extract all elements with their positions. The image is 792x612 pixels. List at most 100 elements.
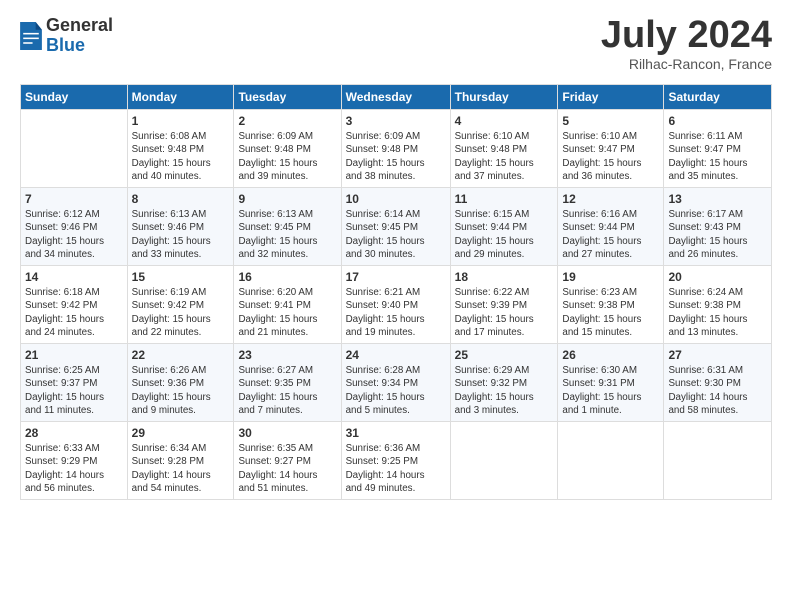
cell-info: Daylight: 15 hours — [346, 391, 446, 404]
calendar-cell — [21, 110, 128, 188]
calendar-cell: 31Sunrise: 6:36 AMSunset: 9:25 PMDayligh… — [341, 422, 450, 500]
cell-info: Sunrise: 6:21 AM — [346, 286, 446, 299]
cell-info: Daylight: 15 hours — [25, 313, 123, 326]
logo-general: General — [46, 16, 113, 36]
day-number: 13 — [668, 191, 767, 207]
day-number: 19 — [562, 269, 659, 285]
cell-info: Daylight: 15 hours — [455, 157, 554, 170]
cell-info: Sunrise: 6:18 AM — [25, 286, 123, 299]
cell-info: Sunrise: 6:19 AM — [132, 286, 230, 299]
cell-info: Sunrise: 6:12 AM — [25, 208, 123, 221]
cell-info: and 19 minutes. — [346, 326, 446, 339]
day-number: 27 — [668, 347, 767, 363]
cell-info: Sunset: 9:28 PM — [132, 455, 230, 468]
cell-info: Daylight: 15 hours — [238, 313, 336, 326]
calendar-cell: 2Sunrise: 6:09 AMSunset: 9:48 PMDaylight… — [234, 110, 341, 188]
header-monday: Monday — [127, 85, 234, 110]
day-number: 11 — [455, 191, 554, 207]
calendar-cell: 6Sunrise: 6:11 AMSunset: 9:47 PMDaylight… — [664, 110, 772, 188]
day-number: 15 — [132, 269, 230, 285]
cell-info: Sunset: 9:42 PM — [25, 299, 123, 312]
cell-info: Daylight: 15 hours — [668, 235, 767, 248]
cell-info: Sunset: 9:38 PM — [562, 299, 659, 312]
cell-info: and 15 minutes. — [562, 326, 659, 339]
cell-info: Daylight: 15 hours — [132, 235, 230, 248]
cell-info: Daylight: 15 hours — [668, 313, 767, 326]
day-number: 24 — [346, 347, 446, 363]
day-number: 5 — [562, 113, 659, 129]
cell-info: and 24 minutes. — [25, 326, 123, 339]
cell-info: Sunset: 9:48 PM — [455, 143, 554, 156]
cell-info: Daylight: 14 hours — [668, 391, 767, 404]
day-number: 17 — [346, 269, 446, 285]
location: Rilhac-Rancon, France — [601, 56, 772, 72]
cell-info: Daylight: 14 hours — [238, 469, 336, 482]
cell-info: Sunrise: 6:11 AM — [668, 130, 767, 143]
cell-info: Sunset: 9:40 PM — [346, 299, 446, 312]
calendar-cell: 25Sunrise: 6:29 AMSunset: 9:32 PMDayligh… — [450, 344, 558, 422]
cell-info: Daylight: 15 hours — [132, 157, 230, 170]
header-thursday: Thursday — [450, 85, 558, 110]
cell-info: Sunset: 9:41 PM — [238, 299, 336, 312]
calendar-cell: 29Sunrise: 6:34 AMSunset: 9:28 PMDayligh… — [127, 422, 234, 500]
cell-info: and 26 minutes. — [668, 248, 767, 261]
cell-info: Sunset: 9:43 PM — [668, 221, 767, 234]
day-number: 29 — [132, 425, 230, 441]
header-tuesday: Tuesday — [234, 85, 341, 110]
day-number: 8 — [132, 191, 230, 207]
calendar-cell: 30Sunrise: 6:35 AMSunset: 9:27 PMDayligh… — [234, 422, 341, 500]
calendar-cell: 5Sunrise: 6:10 AMSunset: 9:47 PMDaylight… — [558, 110, 664, 188]
cell-info: Sunset: 9:35 PM — [238, 377, 336, 390]
calendar-cell: 21Sunrise: 6:25 AMSunset: 9:37 PMDayligh… — [21, 344, 128, 422]
cell-info: Sunset: 9:34 PM — [346, 377, 446, 390]
calendar-cell: 15Sunrise: 6:19 AMSunset: 9:42 PMDayligh… — [127, 266, 234, 344]
cell-info: Sunrise: 6:29 AM — [455, 364, 554, 377]
cell-info: Sunset: 9:45 PM — [238, 221, 336, 234]
cell-info: Daylight: 15 hours — [132, 391, 230, 404]
header-saturday: Saturday — [664, 85, 772, 110]
cell-info: Sunrise: 6:31 AM — [668, 364, 767, 377]
cell-info: and 5 minutes. — [346, 404, 446, 417]
day-number: 25 — [455, 347, 554, 363]
calendar-week-5: 28Sunrise: 6:33 AMSunset: 9:29 PMDayligh… — [21, 422, 772, 500]
calendar-cell: 16Sunrise: 6:20 AMSunset: 9:41 PMDayligh… — [234, 266, 341, 344]
cell-info: Sunrise: 6:25 AM — [25, 364, 123, 377]
cell-info: Sunrise: 6:30 AM — [562, 364, 659, 377]
cell-info: and 49 minutes. — [346, 482, 446, 495]
header-friday: Friday — [558, 85, 664, 110]
cell-info: Daylight: 14 hours — [132, 469, 230, 482]
cell-info: Sunset: 9:30 PM — [668, 377, 767, 390]
cell-info: Sunset: 9:46 PM — [132, 221, 230, 234]
cell-info: and 33 minutes. — [132, 248, 230, 261]
day-number: 2 — [238, 113, 336, 129]
calendar-cell: 12Sunrise: 6:16 AMSunset: 9:44 PMDayligh… — [558, 188, 664, 266]
calendar-cell: 17Sunrise: 6:21 AMSunset: 9:40 PMDayligh… — [341, 266, 450, 344]
day-number: 30 — [238, 425, 336, 441]
cell-info: Sunset: 9:37 PM — [25, 377, 123, 390]
logo-blue: Blue — [46, 36, 113, 56]
day-number: 1 — [132, 113, 230, 129]
header: General Blue July 2024 Rilhac-Rancon, Fr… — [20, 16, 772, 72]
cell-info: Sunrise: 6:10 AM — [562, 130, 659, 143]
cell-info: and 32 minutes. — [238, 248, 336, 261]
cell-info: Sunrise: 6:36 AM — [346, 442, 446, 455]
cell-info: and 34 minutes. — [25, 248, 123, 261]
cell-info: Sunset: 9:45 PM — [346, 221, 446, 234]
cell-info: and 22 minutes. — [132, 326, 230, 339]
day-number: 4 — [455, 113, 554, 129]
calendar-cell: 11Sunrise: 6:15 AMSunset: 9:44 PMDayligh… — [450, 188, 558, 266]
cell-info: and 40 minutes. — [132, 170, 230, 183]
cell-info: and 56 minutes. — [25, 482, 123, 495]
calendar-cell: 22Sunrise: 6:26 AMSunset: 9:36 PMDayligh… — [127, 344, 234, 422]
cell-info: Sunrise: 6:26 AM — [132, 364, 230, 377]
cell-info: and 35 minutes. — [668, 170, 767, 183]
calendar-cell — [558, 422, 664, 500]
cell-info: and 36 minutes. — [562, 170, 659, 183]
cell-info: Daylight: 15 hours — [25, 391, 123, 404]
cell-info: Sunrise: 6:23 AM — [562, 286, 659, 299]
cell-info: and 17 minutes. — [455, 326, 554, 339]
logo-icon — [20, 22, 42, 50]
cell-info: Sunrise: 6:10 AM — [455, 130, 554, 143]
cell-info: Sunrise: 6:35 AM — [238, 442, 336, 455]
cell-info: Daylight: 15 hours — [346, 157, 446, 170]
